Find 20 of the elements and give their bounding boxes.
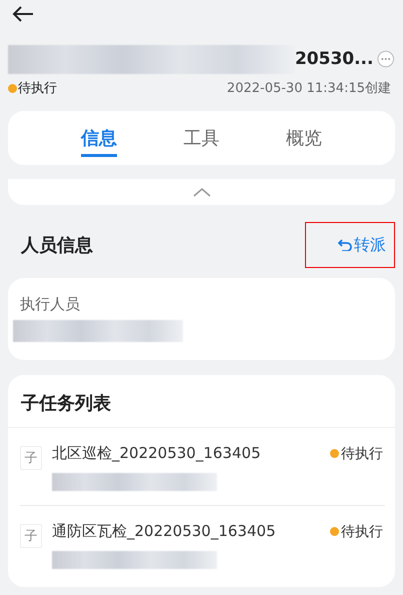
status-label: 待执行: [18, 80, 57, 97]
subtask-badge: 子: [20, 446, 42, 470]
reassign-button[interactable]: 转派: [305, 222, 395, 268]
tab[interactable]: 信息: [81, 122, 118, 157]
subtask-name[interactable]: 北区巡检_20220530_163405: [52, 444, 261, 463]
created-time: 2022-05-30 11:34:15创建: [226, 80, 391, 97]
status-label: 待执行: [341, 522, 383, 540]
subtask-name[interactable]: 通防区瓦检_20220530_163405: [52, 522, 276, 541]
status-label: 待执行: [341, 444, 383, 462]
return-arrow-icon: [338, 239, 352, 251]
task-title: 20530...: [294, 49, 374, 69]
section-title: 人员信息: [21, 234, 93, 257]
section-title: 子任务列表: [21, 393, 111, 414]
field-label: 执行人员: [20, 295, 80, 314]
tab[interactable]: 概览: [286, 122, 322, 157]
tab[interactable]: 工具: [183, 122, 220, 157]
more-icon[interactable]: [377, 50, 395, 68]
chevron-up-icon[interactable]: [192, 187, 210, 197]
back-arrow-icon[interactable]: [12, 6, 34, 22]
subtask-badge: 子: [20, 524, 42, 548]
